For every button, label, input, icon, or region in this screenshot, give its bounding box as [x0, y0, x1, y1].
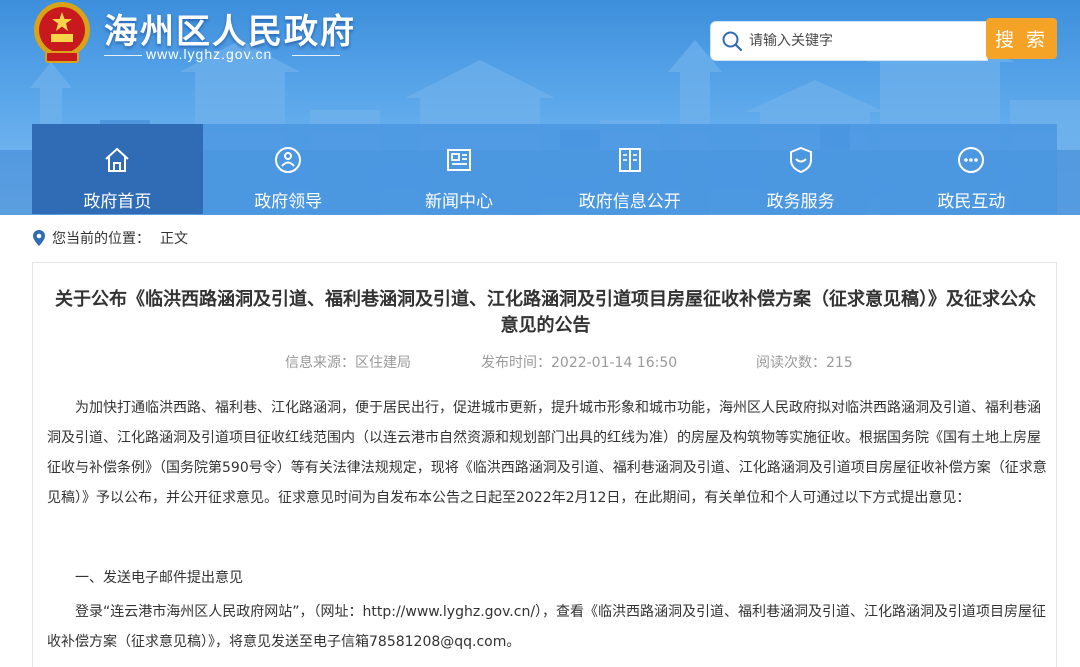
chat-icon [958, 147, 985, 173]
paragraph-text: 登录“连云港市海州区人民政府网站”，（网址：http://www.lyghz.g… [47, 604, 1047, 650]
nav-item-services[interactable]: 政务服务 [715, 124, 886, 214]
nav-label: 政府领导 [254, 192, 323, 212]
header-banner: 海州区人民政府 www.lyghz.gov.cn 搜 索 政府首页 政府领导 [0, 0, 1080, 215]
nav-item-leaders[interactable]: 政府领导 [202, 124, 374, 214]
location-pin-icon [33, 230, 45, 246]
url-divider-right [292, 55, 340, 56]
search-icon [722, 31, 743, 52]
news-icon [446, 149, 471, 171]
nav-label: 政府信息公开 [578, 192, 681, 212]
breadcrumb: 您当前的位置： 正文 [32, 226, 188, 250]
national-emblem-icon [34, 2, 90, 63]
nav-label: 政务服务 [766, 192, 835, 212]
paragraph-text: 为加快打通临洪西路、福利巷、江化路涵洞，便于居民出行，促进城市更新，提升城市形象… [47, 400, 1047, 506]
article-panel: 关于公布《临洪西路涵洞及引道、福利巷涵洞及引道、江化路涵洞及引道项目房屋征收补偿… [32, 262, 1057, 667]
leader-icon [275, 147, 302, 173]
article-views: 阅读次数：215 [756, 355, 853, 371]
breadcrumb-prefix: 您当前的位置： [52, 231, 150, 247]
search-input[interactable] [749, 33, 979, 49]
article-paragraph: 为加快打通临洪西路、福利巷、江化路涵洞，便于居民出行，促进城市更新，提升城市形象… [47, 393, 1047, 513]
search-box [710, 21, 988, 61]
nav-item-home[interactable]: 政府首页 [32, 124, 203, 214]
nav-item-info-disclosure[interactable]: 政府信息公开 [544, 124, 716, 214]
home-icon [105, 147, 130, 172]
search-button[interactable]: 搜 索 [986, 18, 1057, 59]
breadcrumb-current[interactable]: 正文 [160, 228, 188, 248]
site-url: www.lyghz.gov.cn [146, 46, 273, 62]
nav-label: 政民互动 [937, 192, 1006, 212]
nav-item-news[interactable]: 新闻中心 [373, 124, 545, 214]
article-title: 关于公布《临洪西路涵洞及引道、福利巷涵洞及引道、江化路涵洞及引道项目房屋征收补偿… [55, 289, 1036, 336]
heading-text: 一、发送电子邮件提出意见 [75, 570, 243, 586]
nav-item-interaction[interactable]: 政民互动 [885, 124, 1057, 214]
book-icon [618, 148, 641, 172]
shield-icon [789, 146, 812, 174]
article-paragraph: 登录“连云港市海州区人民政府网站”，（网址：http://www.lyghz.g… [47, 597, 1047, 657]
main-nav: 政府首页 政府领导 新闻中心 政府信息公开 政务服务 政民互动 [32, 124, 1057, 214]
url-divider-left [104, 55, 142, 56]
nav-label: 政府首页 [83, 192, 152, 212]
article-heading: 一、发送电子邮件提出意见 [47, 563, 1047, 593]
nav-label: 新闻中心 [424, 192, 493, 212]
article-source: 信息来源：区住建局 [285, 355, 411, 371]
article-published: 发布时间：2022-01-14 16:50 [481, 355, 678, 371]
